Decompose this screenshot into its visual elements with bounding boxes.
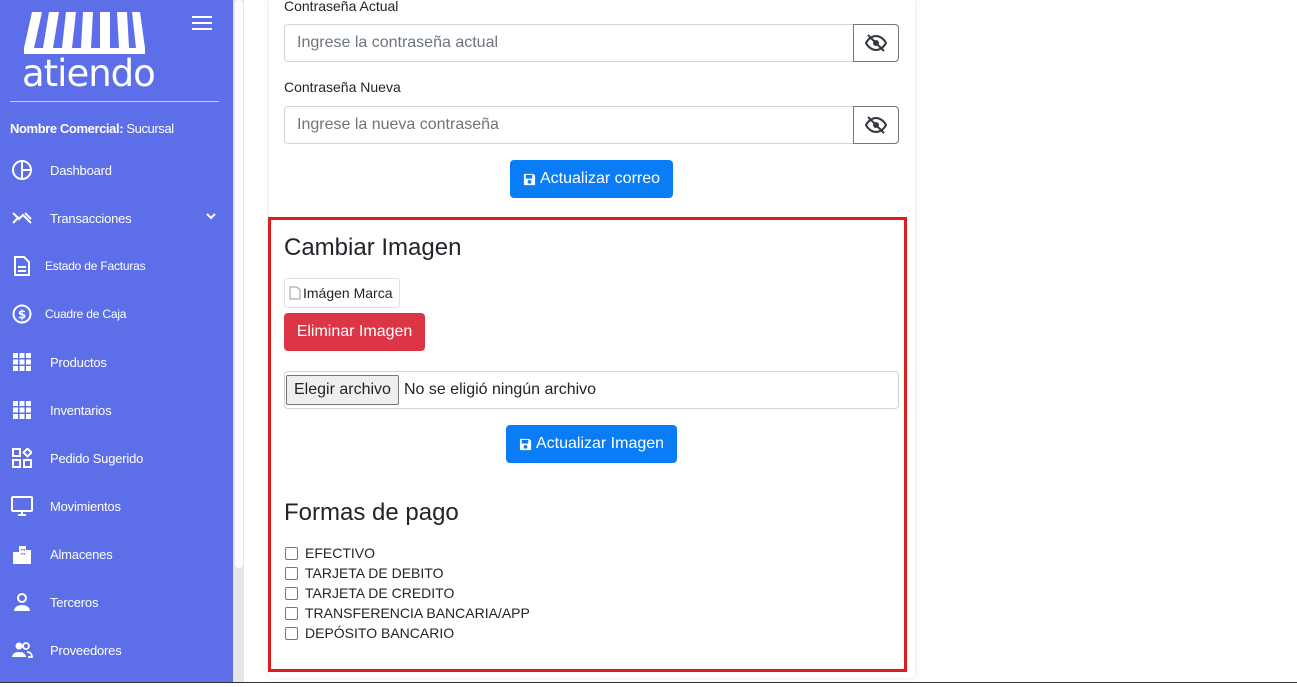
logo-text: atiendo <box>22 52 156 95</box>
sidebar-item-label: Estado de Facturas <box>45 259 146 273</box>
current-password-label: Contraseña Actual <box>284 0 399 14</box>
brand-image-alt: Imágen Marca <box>303 285 393 301</box>
current-password-input[interactable] <box>284 24 854 62</box>
sidebar-divider <box>10 101 219 102</box>
choose-file-label: Elegir archivo <box>294 381 391 398</box>
sidebar-item-cuadre-caja[interactable]: $ Cuadre de Caja <box>0 294 233 334</box>
payment-option-deposito[interactable]: DEPÓSITO BANCARIO <box>284 623 454 643</box>
payment-option-label: DEPÓSITO BANCARIO <box>305 625 455 641</box>
sidebar-item-inventarios[interactable]: Inventarios <box>0 390 233 430</box>
new-password-group <box>284 106 899 144</box>
payment-option-efectivo[interactable]: EFECTIVO <box>284 543 375 563</box>
sidebar-item-label: Cuadre de Caja <box>45 307 127 321</box>
sidebar-item-label: Inventarios <box>50 402 112 418</box>
sidebar-item-productos[interactable]: Productos <box>0 342 233 382</box>
toggle-visibility-button[interactable] <box>853 106 899 144</box>
sidebar-item-terceros[interactable]: Terceros <box>0 582 233 622</box>
menu-toggle-icon[interactable] <box>192 16 212 32</box>
sidebar-item-label: Pedido Sugerido <box>50 450 144 466</box>
sidebar-item-almacenes[interactable]: Almacenes <box>0 534 233 574</box>
new-password-label: Contraseña Nueva <box>284 79 401 95</box>
grid-icon <box>11 399 33 421</box>
current-password-group <box>284 24 899 62</box>
checkbox[interactable] <box>285 546 298 560</box>
person-icon <box>11 591 33 613</box>
sidebar: atiendo Nombre Comercial: Sucursal Dashb… <box>0 0 244 682</box>
sidebar-item-label: Proveedores <box>50 642 122 658</box>
payment-option-label: TARJETA DE DEBITO <box>305 565 444 581</box>
grid-icon <box>11 351 33 373</box>
buildings-icon <box>11 543 33 565</box>
sidebar-scroll-thumb[interactable] <box>235 0 243 568</box>
checkbox[interactable] <box>285 606 298 620</box>
choose-file-button[interactable]: Elegir archivo <box>286 375 399 405</box>
sidebar-item-label: Terceros <box>50 594 99 610</box>
sidebar-item-label: Productos <box>50 354 107 370</box>
new-password-input[interactable] <box>284 106 854 144</box>
payment-option-debito[interactable]: TARJETA DE DEBITO <box>284 563 443 583</box>
sidebar-item-movimientos[interactable]: Movimientos <box>0 486 233 526</box>
sidebar-item-label: Transacciones <box>50 210 132 226</box>
sidebar-item-proveedores[interactable]: Proveedores <box>0 630 233 670</box>
document-icon <box>11 255 33 277</box>
save-icon <box>519 438 532 450</box>
payment-option-transferencia[interactable]: TRANSFERENCIA BANCARIA/APP <box>284 603 530 623</box>
update-image-label: Actualizar Imagen <box>535 435 665 452</box>
sidebar-item-transacciones[interactable]: Transacciones <box>0 198 233 238</box>
delete-image-label: Eliminar Imagen <box>296 323 413 340</box>
sidebar-item-label: Movimientos <box>50 498 121 514</box>
checkbox[interactable] <box>285 566 298 580</box>
sidebar-item-label: Almacenes <box>50 546 113 562</box>
sidebar-item-pedido-sugerido[interactable]: Pedido Sugerido <box>0 438 233 478</box>
payment-option-credito[interactable]: TARJETA DE CREDITO <box>284 583 454 603</box>
business-label: Nombre Comercial: <box>10 121 124 136</box>
bottom-edge <box>0 682 1297 687</box>
file-status: No se eligió ningún archivo <box>403 381 597 398</box>
eye-slash-icon <box>865 116 887 134</box>
update-email-label: Actualizar correo <box>539 170 661 187</box>
delete-image-button[interactable]: Eliminar Imagen <box>284 313 425 351</box>
widgets-icon <box>11 447 33 469</box>
eye-slash-icon <box>865 34 887 52</box>
people-icon <box>11 639 33 661</box>
save-icon <box>523 173 536 185</box>
update-email-button[interactable]: Actualizar correo <box>510 160 673 198</box>
transactions-icon <box>11 207 33 229</box>
update-image-button[interactable]: Actualizar Imagen <box>506 425 677 463</box>
sidebar-item-dashboard[interactable]: Dashboard <box>0 150 233 190</box>
business-value: Sucursal <box>126 121 174 136</box>
broken-image-icon <box>289 286 301 300</box>
sidebar-item-estado-facturas[interactable]: Estado de Facturas <box>0 246 233 286</box>
payment-methods-title: Formas de pago <box>284 499 459 526</box>
checkbox[interactable] <box>285 586 298 600</box>
business-name: Nombre Comercial: Sucursal <box>10 121 174 136</box>
file-input[interactable]: Elegir archivo No se eligió ningún archi… <box>284 371 899 409</box>
payment-option-label: TARJETA DE CREDITO <box>305 585 455 601</box>
brand-image: Imágen Marca <box>284 278 400 308</box>
svg-text:$: $ <box>18 308 26 322</box>
checkbox[interactable] <box>285 626 298 640</box>
payment-option-label: TRANSFERENCIA BANCARIA/APP <box>305 605 530 621</box>
sidebar-item-label: Dashboard <box>50 162 112 178</box>
pie-chart-icon <box>11 159 33 181</box>
monitor-icon <box>11 495 33 517</box>
payment-option-label: EFECTIVO <box>305 545 376 561</box>
chevron-down-icon[interactable] <box>205 210 217 225</box>
toggle-visibility-button[interactable] <box>853 24 899 62</box>
dollar-circle-icon: $ <box>11 303 33 325</box>
change-image-title: Cambiar Imagen <box>284 234 462 261</box>
